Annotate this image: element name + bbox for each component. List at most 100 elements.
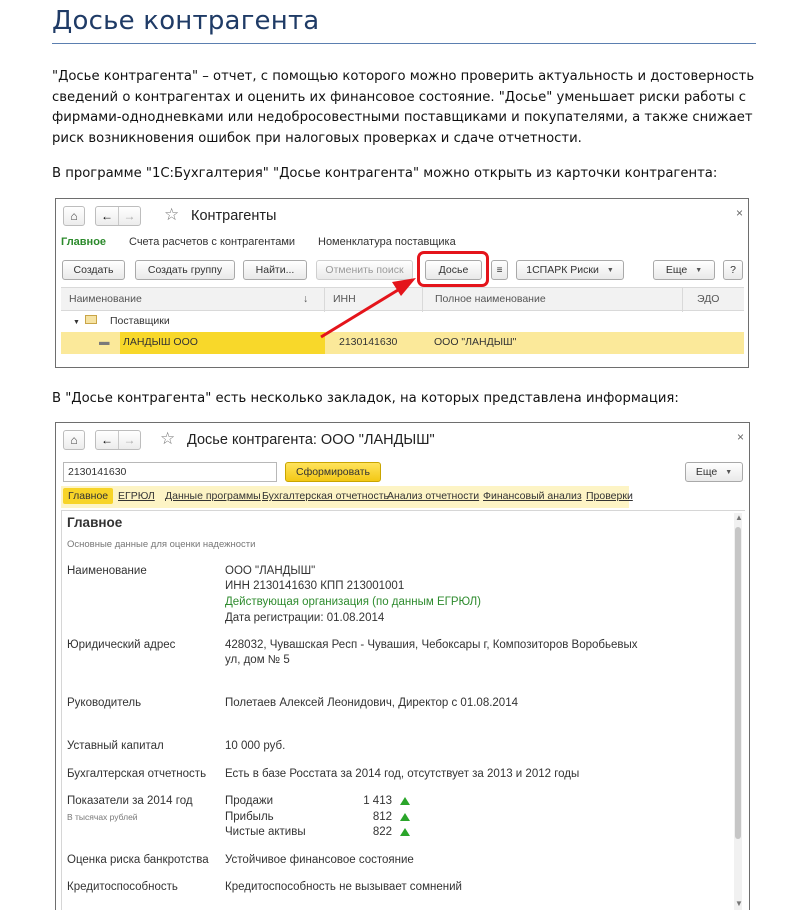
tabs-bar: Главное ЕГРЮЛ Данные программы Бухгалтер… [61, 486, 633, 508]
back-arrow-icon[interactable]: ← [96, 207, 118, 225]
document-title: Досье контрагента [52, 6, 320, 36]
table-header: Наименование ↓ ИНН Полное наименование Э… [61, 287, 744, 312]
bankruptcy-value: Устойчивое финансовое состояние [225, 854, 414, 866]
capital-value: 10 000 руб. [225, 740, 286, 752]
row-inn: 2130141630 [339, 336, 398, 348]
indicators-label: Показатели за 2014 год [67, 795, 193, 807]
home-button[interactable]: ⌂ [63, 206, 85, 226]
title-divider [52, 43, 756, 44]
address-line-2: ул, дом № 5 [225, 654, 290, 666]
indicator-net-assets-label: Чистые активы [225, 826, 306, 838]
tab-financial-analysis[interactable]: Финансовый анализ [483, 490, 582, 502]
address-line-1: 428032, Чувашская Респ - Чувашия, Чебокс… [225, 639, 638, 651]
scrollbar-thumb[interactable] [735, 527, 741, 839]
tabs-intro-paragraph: В "Досье контрагента" есть несколько зак… [52, 391, 679, 406]
trend-up-icon [400, 828, 410, 836]
more-button[interactable]: Еще ▼ [653, 260, 715, 280]
more-button[interactable]: Еще ▼ [685, 462, 743, 482]
window-title: Контрагенты [191, 208, 277, 224]
column-header-edo[interactable]: ЭДО [697, 293, 719, 305]
intro-paragraph: "Досье контрагента" – отчет, с помощью к… [52, 69, 755, 146]
create-button[interactable]: Создать [62, 260, 125, 280]
trend-up-icon [400, 813, 410, 821]
counterparties-window: ⌂ ← → ☆ Контрагенты × Главное Счета расч… [55, 198, 749, 368]
indicator-sales-value: 1 413 [363, 795, 392, 807]
scroll-down-icon[interactable]: ▼ [735, 899, 743, 908]
trend-up-icon [400, 797, 410, 805]
back-arrow-icon[interactable]: ← [96, 431, 118, 449]
name-label: Наименование [67, 565, 147, 577]
panel-subtitle: Основные данные для оценки надежности [67, 539, 256, 550]
credit-label: Кредитоспособность [67, 881, 178, 893]
forward-arrow-icon[interactable]: → [118, 431, 140, 449]
chevron-down-icon: ▼ [695, 266, 703, 274]
section-link-accounts[interactable]: Счета расчетов с контрагентами [129, 236, 295, 248]
row-marker-icon: ▬ [99, 336, 110, 348]
tab-accounting-reports[interactable]: Бухгалтерская отчетность [262, 490, 389, 502]
more-label: Еще [695, 466, 718, 478]
status-value[interactable]: Действующая организация (по данным ЕГРЮЛ… [225, 596, 481, 608]
section-link-main[interactable]: Главное [61, 236, 106, 248]
column-divider [324, 288, 325, 312]
tab-report-analysis[interactable]: Анализ отчетности [387, 490, 479, 502]
tab-program-data[interactable]: Данные программы [165, 490, 261, 502]
window-title: Досье контрагента: ООО "ЛАНДЫШ" [187, 432, 435, 448]
reports-label: Бухгалтерская отчетность [67, 768, 207, 780]
home-button[interactable]: ⌂ [63, 430, 85, 450]
column-header-name[interactable]: Наименование [69, 293, 142, 305]
spark-risks-button[interactable]: 1СПАРК Риски ▼ [516, 260, 624, 280]
tab-main[interactable]: Главное [63, 488, 114, 504]
report-panel [61, 510, 745, 910]
inn-search-input[interactable]: 2130141630 [63, 462, 277, 482]
dossier-window: ⌂ ← → ☆ Досье контрагента: ООО "ЛАНДЫШ" … [55, 422, 750, 910]
inn-kpp-value: ИНН 2130141630 КПП 213001001 [225, 580, 405, 592]
create-group-button[interactable]: Создать группу [135, 260, 235, 280]
list-icon: ≡ [496, 264, 503, 276]
spark-risks-label: 1СПАРК Риски [526, 264, 599, 276]
favorite-star-icon[interactable]: ☆ [164, 205, 179, 225]
indicator-profit-value: 812 [372, 811, 392, 823]
reports-value: Есть в базе Росстата за 2014 год, отсутс… [225, 768, 580, 780]
indicator-profit-label: Прибыль [225, 811, 274, 823]
manager-value: Полетаев Алексей Леонидович, Директор с … [225, 697, 518, 709]
tab-checks[interactable]: Проверки [586, 490, 633, 502]
generate-button[interactable]: Сформировать [285, 462, 381, 482]
sort-arrow-icon[interactable]: ↓ [303, 293, 308, 305]
indicators-note: В тысячах рублей [67, 812, 138, 822]
help-button[interactable]: ? [723, 260, 743, 280]
home-icon: ⌂ [70, 433, 78, 447]
indicator-sales-label: Продажи [225, 795, 274, 807]
expand-triangle-icon[interactable]: ▼ [73, 319, 80, 326]
group-row-label: Поставщики [110, 315, 170, 327]
indicator-net-assets-value: 822 [372, 826, 392, 838]
tab-egrul[interactable]: ЕГРЮЛ [118, 490, 155, 502]
dossier-highlight-frame [417, 251, 489, 287]
column-divider [422, 288, 423, 312]
column-header-full-name[interactable]: Полное наименование [435, 293, 546, 305]
column-header-inn[interactable]: ИНН [333, 293, 356, 305]
manager-label: Руководитель [67, 697, 142, 709]
section-link-nomenclature[interactable]: Номенклатура поставщика [318, 236, 456, 248]
cancel-search-button[interactable]: Отменить поиск [316, 260, 413, 280]
address-label: Юридический адрес [67, 639, 176, 651]
close-icon[interactable]: × [736, 206, 743, 220]
favorite-star-icon[interactable]: ☆ [160, 429, 175, 449]
credit-value: Кредитоспособность не вызывает сомнений [225, 881, 462, 893]
list-report-button[interactable]: ≡ [491, 260, 508, 280]
column-divider [682, 288, 683, 312]
close-icon[interactable]: × [737, 430, 744, 444]
open-instructions-paragraph: В программе "1С:Бухгалтерия" "Досье конт… [52, 166, 718, 181]
bankruptcy-label: Оценка риска банкротства [67, 854, 209, 866]
history-nav: ← → [95, 206, 141, 226]
find-button[interactable]: Найти... [243, 260, 307, 280]
row-full-name: ООО "ЛАНДЫШ" [434, 336, 517, 348]
home-icon: ⌂ [70, 209, 78, 223]
registration-value: Дата регистрации: 01.08.2014 [225, 612, 385, 624]
folder-icon [85, 315, 97, 324]
forward-arrow-icon[interactable]: → [118, 207, 140, 225]
history-nav: ← → [95, 430, 141, 450]
chevron-down-icon: ▼ [606, 266, 614, 274]
panel-title: Главное [67, 515, 123, 530]
scroll-up-icon[interactable]: ▲ [735, 513, 743, 522]
capital-label: Уставный капитал [67, 740, 164, 752]
